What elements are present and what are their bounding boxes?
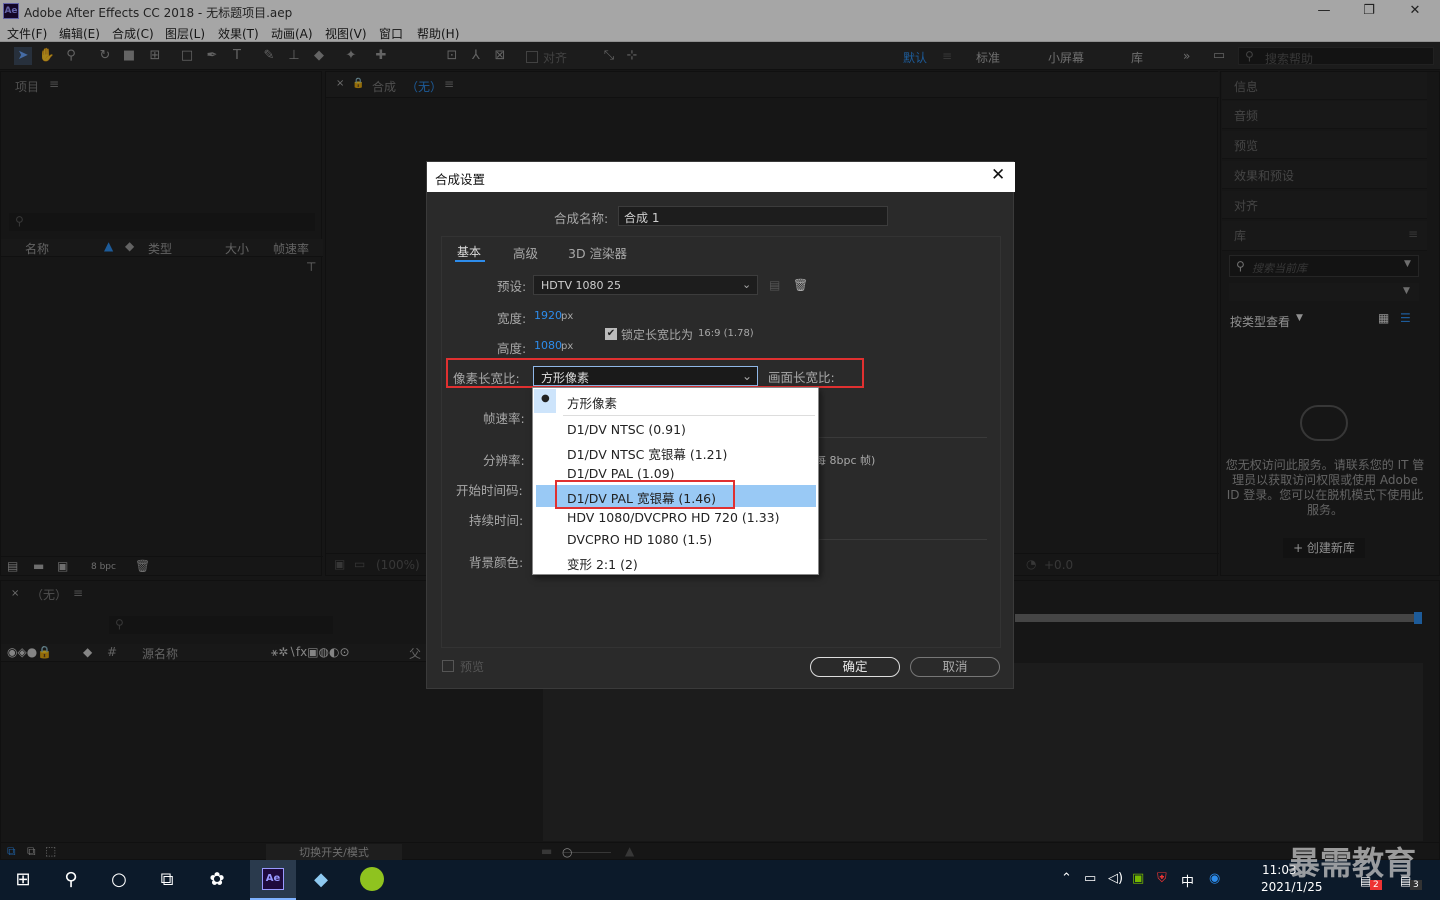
tab-3d-renderer[interactable]: 3D 渲染器 (568, 243, 627, 262)
security-icon[interactable]: ⛨ (1157, 871, 1167, 886)
watermark: 暴需教育 (1288, 844, 1417, 882)
preset-value: HDTV 1080 25 (541, 279, 621, 292)
dialog-title: 合成设置 (435, 172, 486, 187)
dropdown-separator (563, 415, 815, 416)
par-value: 方形像素 (541, 371, 590, 385)
duration-label: 持续时间: (469, 513, 524, 528)
option-hdv[interactable]: HDV 1080/DVCPRO HD 720 (1.33) (567, 510, 780, 525)
height-label: 高度: (497, 341, 527, 356)
option-anamorphic[interactable]: 变形 2:1 (2) (567, 554, 638, 573)
app-pinwheel-icon[interactable]: ✿ (202, 866, 232, 894)
nvidia-icon[interactable]: ▣ (1132, 871, 1144, 886)
comp-name-input[interactable]: 合成 1 (618, 206, 888, 226)
par-label: 像素长宽比: (453, 371, 520, 386)
preview-checkbox[interactable] (442, 660, 454, 672)
option-highlight-box (555, 480, 735, 509)
resolution-info: 每 8bpc 帧) (815, 454, 876, 467)
lock-ratio-value: 16:9 (1.78) (698, 328, 754, 339)
ime-indicator[interactable]: 中 (1181, 871, 1194, 890)
width-unit: px (561, 311, 574, 322)
ae-app-icon: Ae (262, 868, 284, 890)
option-dvcpro[interactable]: DVCPRO HD 1080 (1.5) (567, 532, 712, 547)
resolution-label: 分辨率: (483, 453, 525, 468)
lock-ratio-checkbox[interactable]: ✔ (605, 328, 617, 340)
par-select[interactable]: 方形像素 ⌄ (533, 366, 758, 386)
preview-label: 预览 (460, 660, 485, 674)
lock-ratio-label: 锁定长宽比为 (621, 328, 694, 342)
option-d1-ntsc[interactable]: D1/DV NTSC (0.91) (567, 422, 686, 437)
tab-basic[interactable]: 基本 (457, 243, 481, 260)
width-value[interactable]: 1920 (534, 309, 562, 322)
option-d1-pal[interactable]: D1/DV PAL (1.09) (567, 466, 675, 481)
green-app-icon[interactable] (360, 867, 384, 891)
start-timecode-label: 开始时间码: (456, 483, 523, 498)
qq-icon[interactable]: ◉ (1209, 871, 1220, 886)
ae-taskbar-button[interactable]: Ae (250, 860, 296, 900)
preset-label: 预设: (497, 279, 527, 294)
windows-start-icon[interactable]: ⊞ (8, 866, 38, 894)
taskbar: ⊞ ⚲ ○ ⧉ ✿ Ae ◆ ⌃ ▭ ◁) ▣ ⛨ 中 ◉ 11:03 2021… (0, 844, 1440, 900)
comp-name-label: 合成名称: (554, 211, 609, 226)
preset-select[interactable]: HDTV 1080 25 ⌄ (533, 275, 758, 295)
chevron-down-icon: ⌄ (742, 369, 753, 383)
option-d1-ntsc-wide[interactable]: D1/DV NTSC 宽银幕 (1.21) (567, 444, 727, 463)
chevron-down-icon: ⌄ (742, 278, 752, 291)
ok-button[interactable]: 确定 (810, 657, 900, 677)
cortana-icon[interactable]: ○ (104, 866, 134, 894)
dialog-header: 合成设置 ✕ (427, 162, 1015, 192)
tab-advanced[interactable]: 高级 (513, 243, 538, 262)
delete-preset-icon[interactable]: 🗑 (793, 278, 808, 292)
tab-basic-underline (455, 260, 485, 262)
frame-ratio-label: 画面长宽比: (768, 370, 835, 385)
volume-icon[interactable]: ◁) (1108, 871, 1123, 886)
action-badge: 3 (1410, 880, 1422, 890)
search-icon[interactable]: ⚲ (56, 866, 86, 894)
divider (817, 437, 987, 438)
fps-label: 帧速率: (483, 411, 525, 426)
task-view-icon[interactable]: ⧉ (152, 866, 182, 894)
bullet-icon: ● (541, 393, 550, 404)
network-icon[interactable]: ▭ (1084, 871, 1096, 886)
tray-arrow-icon[interactable]: ⌃ (1061, 871, 1072, 886)
notification-badge: 2 (1370, 880, 1382, 890)
bg-color-label: 背景颜色: (469, 555, 524, 570)
height-unit: px (561, 341, 574, 352)
notepad-app-icon[interactable]: ◆ (306, 866, 336, 894)
divider (817, 539, 987, 540)
cancel-button[interactable]: 取消 (910, 657, 1000, 677)
height-value[interactable]: 1080 (534, 339, 562, 352)
dialog-close-icon[interactable]: ✕ (991, 165, 1005, 185)
par-dropdown-list: ● 方形像素 D1/DV NTSC (0.91) D1/DV NTSC 宽银幕 … (532, 387, 819, 575)
save-preset-icon[interactable]: ▤ (769, 278, 780, 292)
option-square-pixels[interactable]: 方形像素 (567, 393, 617, 412)
width-label: 宽度: (497, 311, 527, 326)
